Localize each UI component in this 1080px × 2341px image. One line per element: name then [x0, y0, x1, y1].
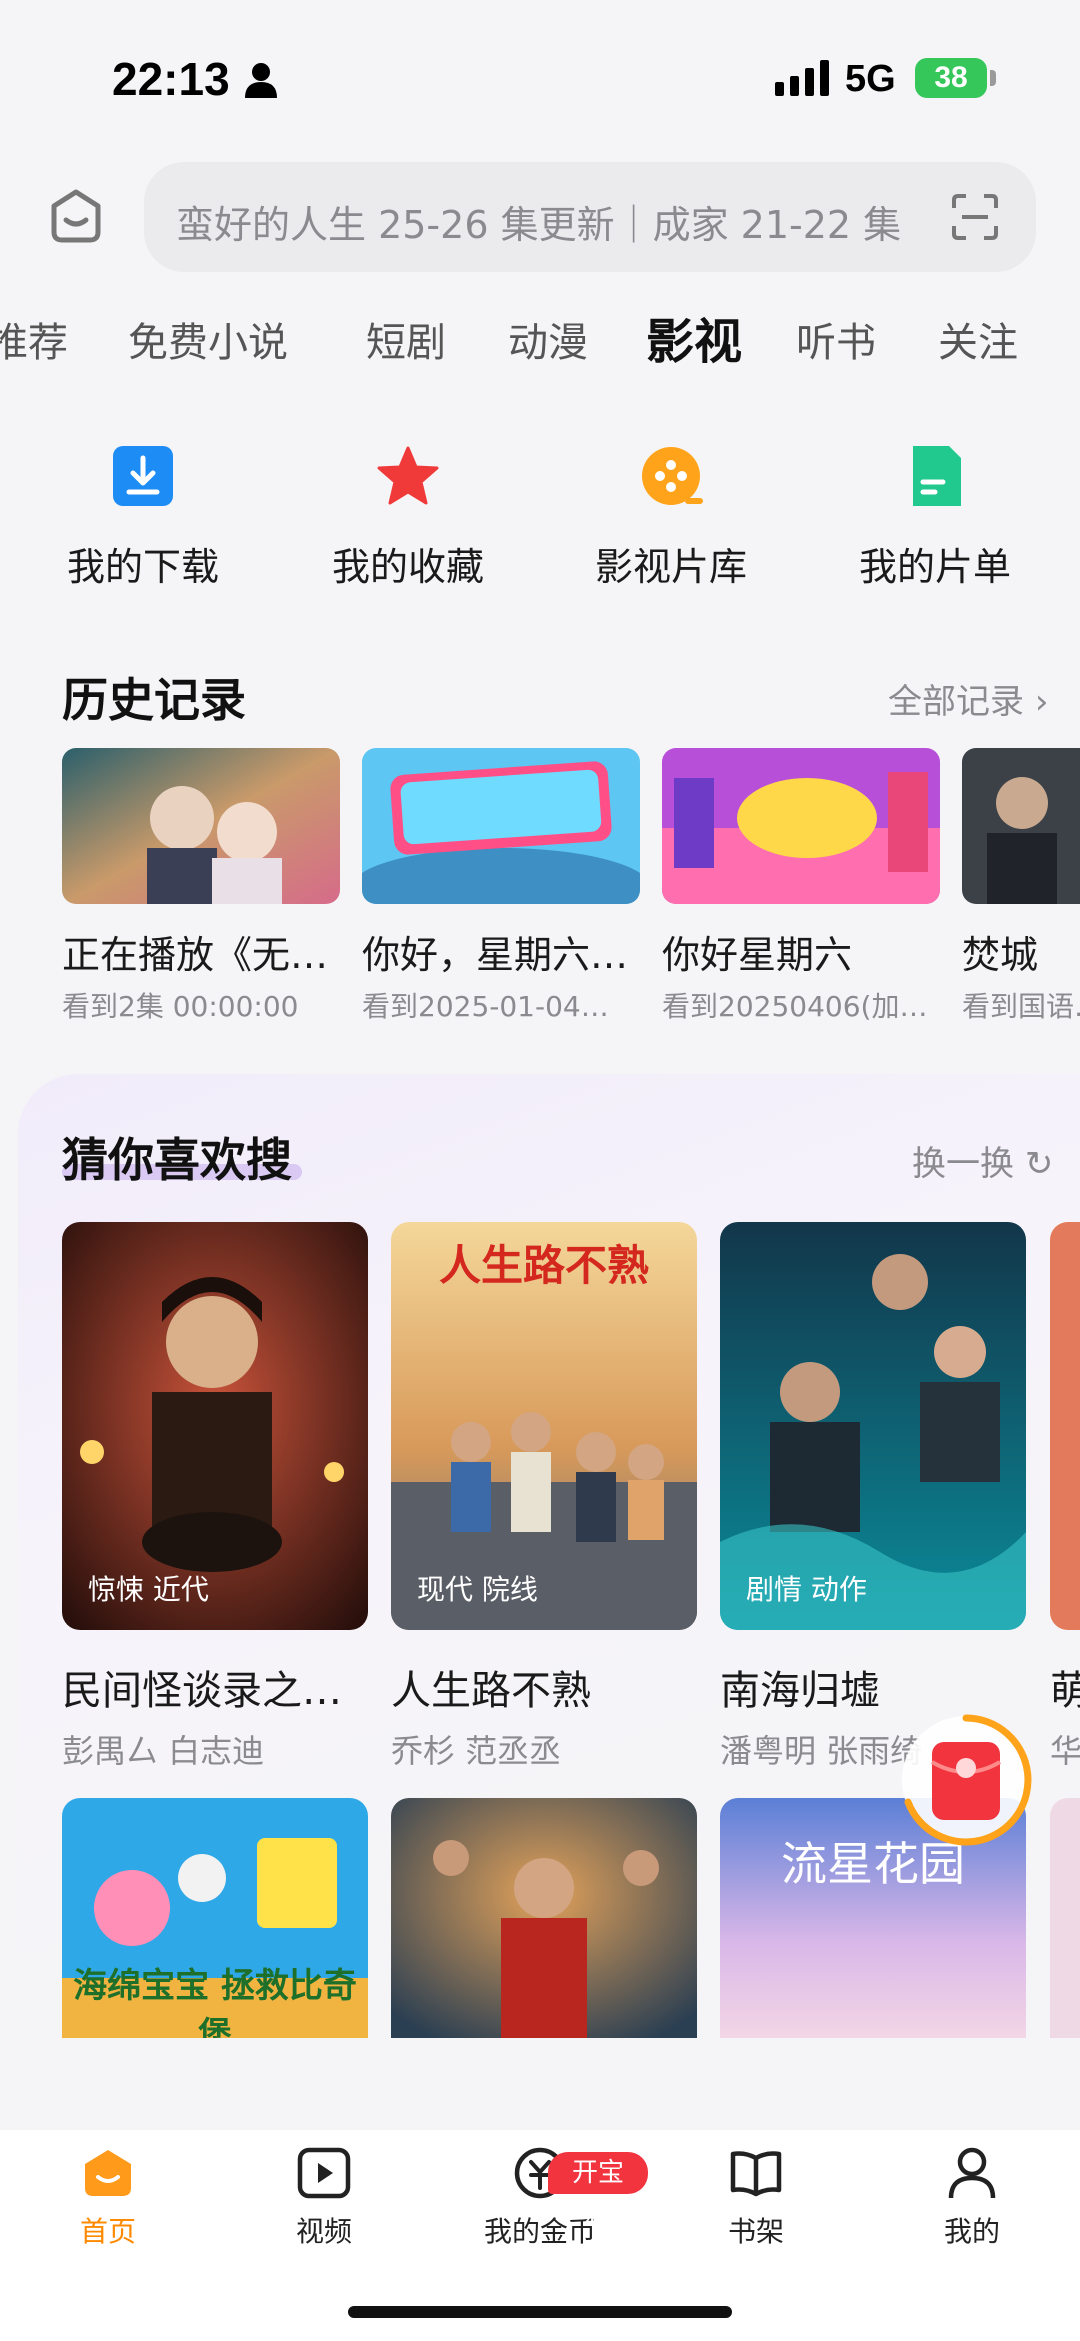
refresh-link[interactable]: 换一换 ↻	[912, 1136, 1053, 1185]
history-item-progress: 看到2集 00:00:00	[62, 990, 299, 1023]
tab-recommend[interactable]: 推荐	[0, 310, 68, 368]
poster-card[interactable]	[1050, 1798, 1080, 2038]
poster-cast: 乔杉 范丞丞	[391, 1732, 562, 1770]
quick-favorites[interactable]: 我的收藏	[273, 444, 543, 591]
nav-bookshelf[interactable]: 书架	[648, 2144, 864, 2250]
poster-text: 海绵宝宝 拯救比奇堡	[73, 1966, 357, 2038]
nav-home-label: 首页	[79, 2215, 136, 2248]
history-thumbnail	[62, 748, 340, 904]
main-content: 我的下载 我的收藏 影视片库 我的片单 历史记录 全部记录 › 正在播放《无… …	[0, 384, 1080, 2130]
history-thumbnail	[662, 748, 940, 904]
history-card[interactable]: 你好星期六 看到20250406(加…	[662, 748, 940, 1025]
poster-card[interactable]: 海绵宝宝 拯救比奇堡	[62, 1798, 368, 2038]
signal-icon	[775, 60, 829, 96]
refresh-icon: ↻	[1024, 1144, 1054, 1184]
profile-icon	[948, 2147, 996, 2199]
treasure-box-badge[interactable]: 开宝箱	[548, 2152, 648, 2230]
poster-image: 剧情 动作	[720, 1222, 1026, 1630]
quick-download[interactable]: 我的下载	[8, 444, 278, 591]
status-time: 22:13	[112, 53, 230, 105]
scan-icon[interactable]	[950, 192, 1000, 242]
history-item-progress: 看到国语…	[962, 990, 1080, 1023]
network-type: 5G	[845, 58, 896, 100]
status-bar: 22:13 5G 38	[0, 0, 1080, 150]
poster-card[interactable]: 剧情 动作 南海归墟 潘粤明 张雨绮	[720, 1222, 1026, 1772]
poster-image: 人生路不熟 现代 院线	[391, 1222, 697, 1630]
tab-anime[interactable]: 动漫	[508, 310, 588, 368]
poster-tag: 剧情 动作	[746, 1573, 867, 1606]
refresh-label: 换一换	[912, 1144, 1014, 1184]
home-icon	[85, 2150, 131, 2196]
poster-card[interactable]: 惊悚 近代 民间怪谈录之… 彭禺厶 白志迪	[62, 1222, 368, 1772]
download-icon	[113, 446, 173, 506]
poster-title: 萌	[1050, 1658, 1080, 1716]
nav-coins[interactable]: 我的金币 开宝箱	[432, 2144, 648, 2250]
poster-card[interactable]: 人生路不熟 现代 院线 人生路不熟 乔杉 范丞丞	[391, 1222, 697, 1772]
nav-profile[interactable]: 我的	[864, 2144, 1080, 2250]
quick-film-library-label: 影视片库	[594, 545, 747, 589]
quick-download-label: 我的下载	[66, 545, 219, 589]
battery-icon: 38	[915, 58, 987, 98]
nav-home[interactable]: 首页	[0, 2144, 216, 2250]
history-thumbnail	[362, 748, 640, 904]
tab-film-tv[interactable]: 影视	[646, 302, 742, 372]
quick-playlist[interactable]: 我的片单	[800, 444, 1070, 591]
search-bar[interactable]: 蛮好的人生 25-26 集更新｜成家 21-22 集	[144, 162, 1036, 272]
quick-film-library[interactable]: 影视片库	[536, 444, 806, 591]
history-item-progress: 看到20250406(加…	[662, 990, 928, 1023]
quick-favorites-label: 我的收藏	[331, 545, 484, 589]
category-tabs: 推荐 免费小说 短剧 动漫 影视 听书 关注	[0, 300, 1080, 380]
app-logo-icon[interactable]	[46, 186, 106, 246]
nav-profile-label: 我的	[943, 2215, 1000, 2248]
bookshelf-icon	[730, 2151, 782, 2197]
poster-card[interactable]	[391, 1798, 697, 2038]
poster-cast: 彭禺厶 白志迪	[62, 1732, 265, 1770]
list-icon	[913, 446, 961, 506]
chevron-right-icon: ›	[1034, 682, 1049, 722]
nav-video-label: 视频	[295, 2215, 352, 2248]
battery-cap	[990, 70, 996, 86]
film-reel-icon	[642, 447, 703, 505]
quick-playlist-label: 我的片单	[858, 545, 1011, 589]
poster-title: 南海归墟	[720, 1668, 880, 1714]
nav-bookshelf-label: 书架	[727, 2215, 784, 2248]
red-packet-icon[interactable]	[898, 1712, 1034, 1848]
history-item-title: 你好星期六	[662, 933, 853, 977]
history-all-label: 全部记录	[888, 682, 1024, 722]
poster-card[interactable]: 萌 华	[1050, 1222, 1080, 1772]
nav-video[interactable]: 视频	[216, 2144, 432, 2250]
history-all-link[interactable]: 全部记录 ›	[888, 674, 1048, 723]
history-thumbnail	[962, 748, 1080, 904]
history-item-title: 正在播放《无…	[62, 933, 329, 977]
history-card[interactable]: 正在播放《无… 看到2集 00:00:00	[62, 748, 340, 1025]
home-indicator[interactable]	[348, 2306, 732, 2318]
poster-title: 人生路不熟	[391, 1668, 591, 1714]
star-icon	[377, 446, 439, 505]
history-item-title: 焚城	[962, 933, 1039, 977]
poster-tag: 惊悚 近代	[88, 1573, 209, 1606]
history-card[interactable]: 你好，星期六… 看到2025-01-04…	[362, 748, 640, 1025]
nav-coins-label: 我的金币	[483, 2215, 596, 2248]
poster-text: 人生路不熟	[438, 1241, 649, 1290]
history-title: 历史记录	[62, 673, 246, 727]
tab-short-drama[interactable]: 短剧	[366, 310, 446, 368]
poster-image: 惊悚 近代	[62, 1222, 368, 1630]
tab-free-novel[interactable]: 免费小说	[128, 310, 288, 368]
poster-title: 民间怪谈录之…	[62, 1668, 342, 1714]
video-icon	[297, 2147, 351, 2199]
history-item-progress: 看到2025-01-04…	[362, 990, 609, 1023]
tab-follow[interactable]: 关注	[938, 310, 1018, 368]
guess-title: 猜你喜欢搜	[62, 1133, 292, 1187]
person-icon	[245, 63, 277, 98]
tab-audiobook[interactable]: 听书	[796, 310, 876, 368]
poster-cast: 华	[1050, 1732, 1080, 1770]
poster-image	[1050, 1222, 1080, 1630]
poster-tag: 现代 院线	[417, 1573, 538, 1606]
history-item-title: 你好，星期六…	[362, 933, 629, 977]
search-input[interactable]: 蛮好的人生 25-26 集更新｜成家 21-22 集	[176, 194, 906, 249]
history-card[interactable]: 焚城 看到国语…	[962, 748, 1080, 1025]
